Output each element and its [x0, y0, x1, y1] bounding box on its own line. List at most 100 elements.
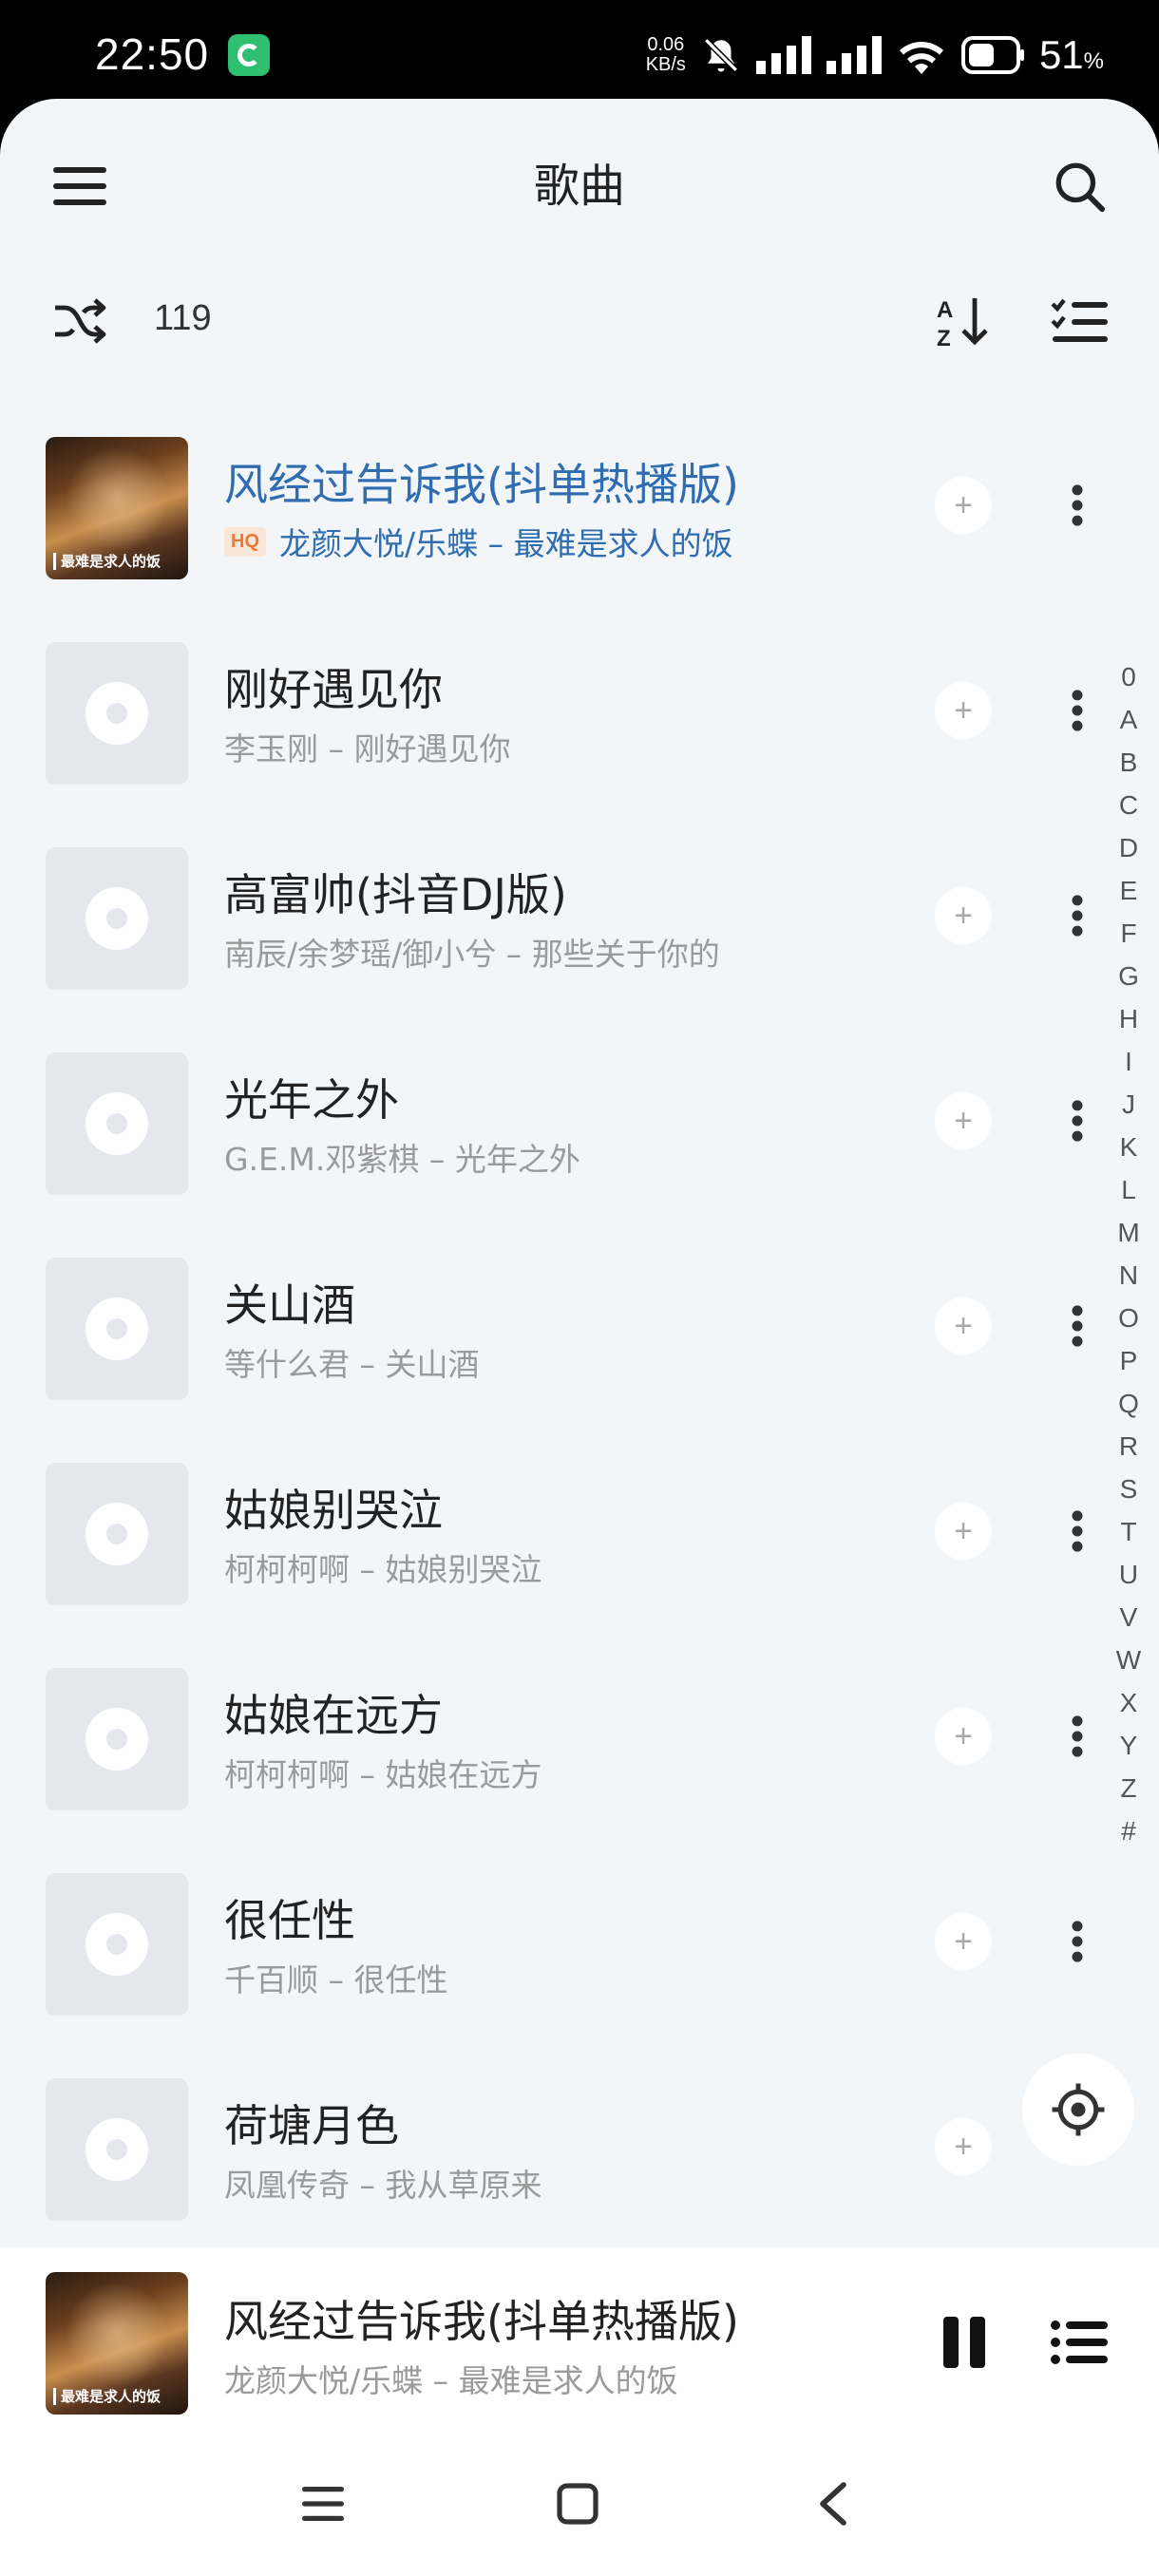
index-letter[interactable]: E: [1120, 869, 1138, 912]
song-row[interactable]: 光年之外 G.E.M.邓紫棋 – 光年之外 +: [0, 1018, 1121, 1223]
cover-caption: 最难是求人的饭: [53, 553, 161, 570]
more-options-button[interactable]: [1049, 467, 1106, 543]
more-options-button[interactable]: [1049, 1904, 1106, 1979]
song-row[interactable]: 高富帅(抖音DJ版) 南辰/余梦瑶/御小兮 – 那些关于你的 +: [0, 813, 1121, 1018]
song-row[interactable]: 最难是求人的饭 风经过告诉我(抖单热播版) HQ 龙颜大悦/乐蝶 – 最难是求人…: [0, 403, 1121, 608]
plus-icon: +: [954, 1923, 973, 1960]
index-letter[interactable]: G: [1118, 955, 1139, 997]
disc-icon: [86, 1708, 148, 1771]
back-button[interactable]: [794, 2466, 870, 2542]
more-vertical-icon: [1072, 1921, 1083, 1962]
more-vertical-icon: [1072, 484, 1083, 526]
song-row[interactable]: 关山酒 等什么君 – 关山酒 +: [0, 1223, 1121, 1429]
song-row[interactable]: 刚好遇见你 李玉刚 – 刚好遇见你 +: [0, 608, 1121, 813]
app-surface: 歌曲 119 A Z 最难是求人的饭 风经过告诉我(抖单热播版) HQ 龙颜大悦…: [0, 99, 1159, 2576]
more-options-button[interactable]: [1049, 1493, 1106, 1569]
album-cover-placeholder: [46, 847, 188, 990]
index-letter[interactable]: B: [1120, 741, 1138, 784]
song-subtitle: 南辰/余梦瑶/御小兮 – 那些关于你的: [224, 936, 720, 973]
index-letter[interactable]: N: [1119, 1254, 1138, 1297]
index-letter[interactable]: X: [1120, 1681, 1138, 1724]
signal-icon-1: [755, 36, 811, 74]
index-letter[interactable]: C: [1119, 784, 1138, 826]
index-letter[interactable]: Y: [1120, 1724, 1138, 1767]
index-letter[interactable]: T: [1120, 1510, 1136, 1553]
search-button[interactable]: [1041, 148, 1117, 224]
status-time: 22:50: [95, 29, 210, 79]
album-cover-placeholder: [46, 1873, 188, 2016]
index-letter[interactable]: H: [1119, 997, 1138, 1040]
sort-button[interactable]: A Z: [925, 283, 1001, 359]
song-title: 刚好遇见你: [224, 664, 443, 715]
song-row[interactable]: 姑娘别哭泣 柯柯柯啊 – 姑娘别哭泣 +: [0, 1429, 1121, 1634]
song-subtitle: 李玉刚 – 刚好遇见你: [224, 730, 511, 767]
play-queue-button[interactable]: [1041, 2304, 1117, 2380]
index-letter[interactable]: #: [1121, 1809, 1136, 1852]
index-letter[interactable]: D: [1119, 826, 1138, 869]
index-letter[interactable]: F: [1120, 912, 1136, 955]
page-title: 歌曲: [533, 160, 625, 213]
system-nav-bar: [0, 2437, 1159, 2576]
disc-icon: [86, 887, 148, 950]
index-letter[interactable]: Q: [1118, 1382, 1139, 1425]
plus-icon: +: [954, 1102, 973, 1139]
home-button[interactable]: [540, 2466, 616, 2542]
home-square-icon: [557, 2483, 598, 2525]
add-to-playlist-button[interactable]: +: [935, 1297, 992, 1354]
album-cover-placeholder: [46, 1668, 188, 1810]
locate-current-song-button[interactable]: [1022, 2054, 1134, 2166]
disc-icon: [86, 1503, 148, 1565]
index-letter[interactable]: I: [1125, 1040, 1132, 1083]
index-letter[interactable]: P: [1120, 1339, 1138, 1382]
index-letter[interactable]: O: [1118, 1297, 1139, 1339]
song-row[interactable]: 很任性 千百顺 – 很任性 +: [0, 1839, 1121, 2044]
more-options-button[interactable]: [1049, 878, 1106, 954]
song-subtitle: 柯柯柯啊 – 姑娘在远方: [224, 1756, 542, 1793]
index-letter[interactable]: J: [1122, 1083, 1135, 1126]
add-to-playlist-button[interactable]: +: [935, 1503, 992, 1560]
index-letter[interactable]: Z: [1120, 1767, 1136, 1809]
index-letter[interactable]: 0: [1121, 655, 1136, 698]
add-to-playlist-button[interactable]: +: [935, 887, 992, 944]
index-letter[interactable]: V: [1120, 1596, 1138, 1638]
mini-player[interactable]: 最难是求人的饭 风经过告诉我(抖单热播版) 龙颜大悦/乐蝶 – 最难是求人的饭: [0, 2247, 1159, 2437]
pause-button[interactable]: [931, 2304, 998, 2380]
more-options-button[interactable]: [1049, 1083, 1106, 1159]
plus-icon: +: [954, 1717, 973, 1754]
index-letter[interactable]: A: [1120, 698, 1138, 741]
add-to-playlist-button[interactable]: +: [935, 477, 992, 534]
alphabet-index[interactable]: 0 A B C D E F G H I J K L M N O P Q R S …: [1108, 655, 1150, 1852]
song-subtitle: G.E.M.邓紫棋 – 光年之外: [224, 1141, 580, 1178]
shuffle-play-button[interactable]: [42, 283, 118, 359]
more-vertical-icon: [1072, 1715, 1083, 1757]
index-letter[interactable]: U: [1119, 1553, 1138, 1596]
index-letter[interactable]: M: [1117, 1211, 1139, 1254]
song-row[interactable]: 姑娘在远方 柯柯柯啊 – 姑娘在远方 +: [0, 1634, 1121, 1839]
recents-button[interactable]: [285, 2466, 361, 2542]
shuffle-icon: [55, 298, 106, 344]
add-to-playlist-button[interactable]: +: [935, 2118, 992, 2175]
add-to-playlist-button[interactable]: +: [935, 1708, 992, 1765]
index-letter[interactable]: R: [1119, 1425, 1138, 1468]
index-letter[interactable]: S: [1120, 1468, 1138, 1510]
svg-text:Z: Z: [937, 326, 951, 348]
now-playing-title: 风经过告诉我(抖单热播版): [224, 2296, 739, 2347]
more-options-button[interactable]: [1049, 1698, 1106, 1774]
more-options-button[interactable]: [1049, 672, 1106, 748]
index-letter[interactable]: W: [1116, 1638, 1141, 1681]
add-to-playlist-button[interactable]: +: [935, 1913, 992, 1970]
multi-select-button[interactable]: [1041, 283, 1117, 359]
index-letter[interactable]: K: [1120, 1126, 1138, 1168]
index-letter[interactable]: L: [1121, 1168, 1136, 1211]
net-speed: 0.06 KB/s: [646, 35, 686, 75]
album-cover-placeholder: [46, 1463, 188, 1605]
song-subtitle: 千百顺 – 很任性: [224, 1961, 448, 1998]
add-to-playlist-button[interactable]: +: [935, 682, 992, 739]
song-count: 119: [154, 298, 212, 338]
song-row[interactable]: 荷塘月色 凤凰传奇 – 我从草原来 +: [0, 2044, 1121, 2249]
more-options-button[interactable]: [1049, 1288, 1106, 1364]
song-artist-album: 龙颜大悦/乐蝶 – 最难是求人的饭: [279, 525, 733, 562]
battery-unit: %: [1083, 48, 1104, 74]
add-to-playlist-button[interactable]: +: [935, 1092, 992, 1149]
song-subtitle: 凤凰传奇 – 我从草原来: [224, 2167, 542, 2204]
